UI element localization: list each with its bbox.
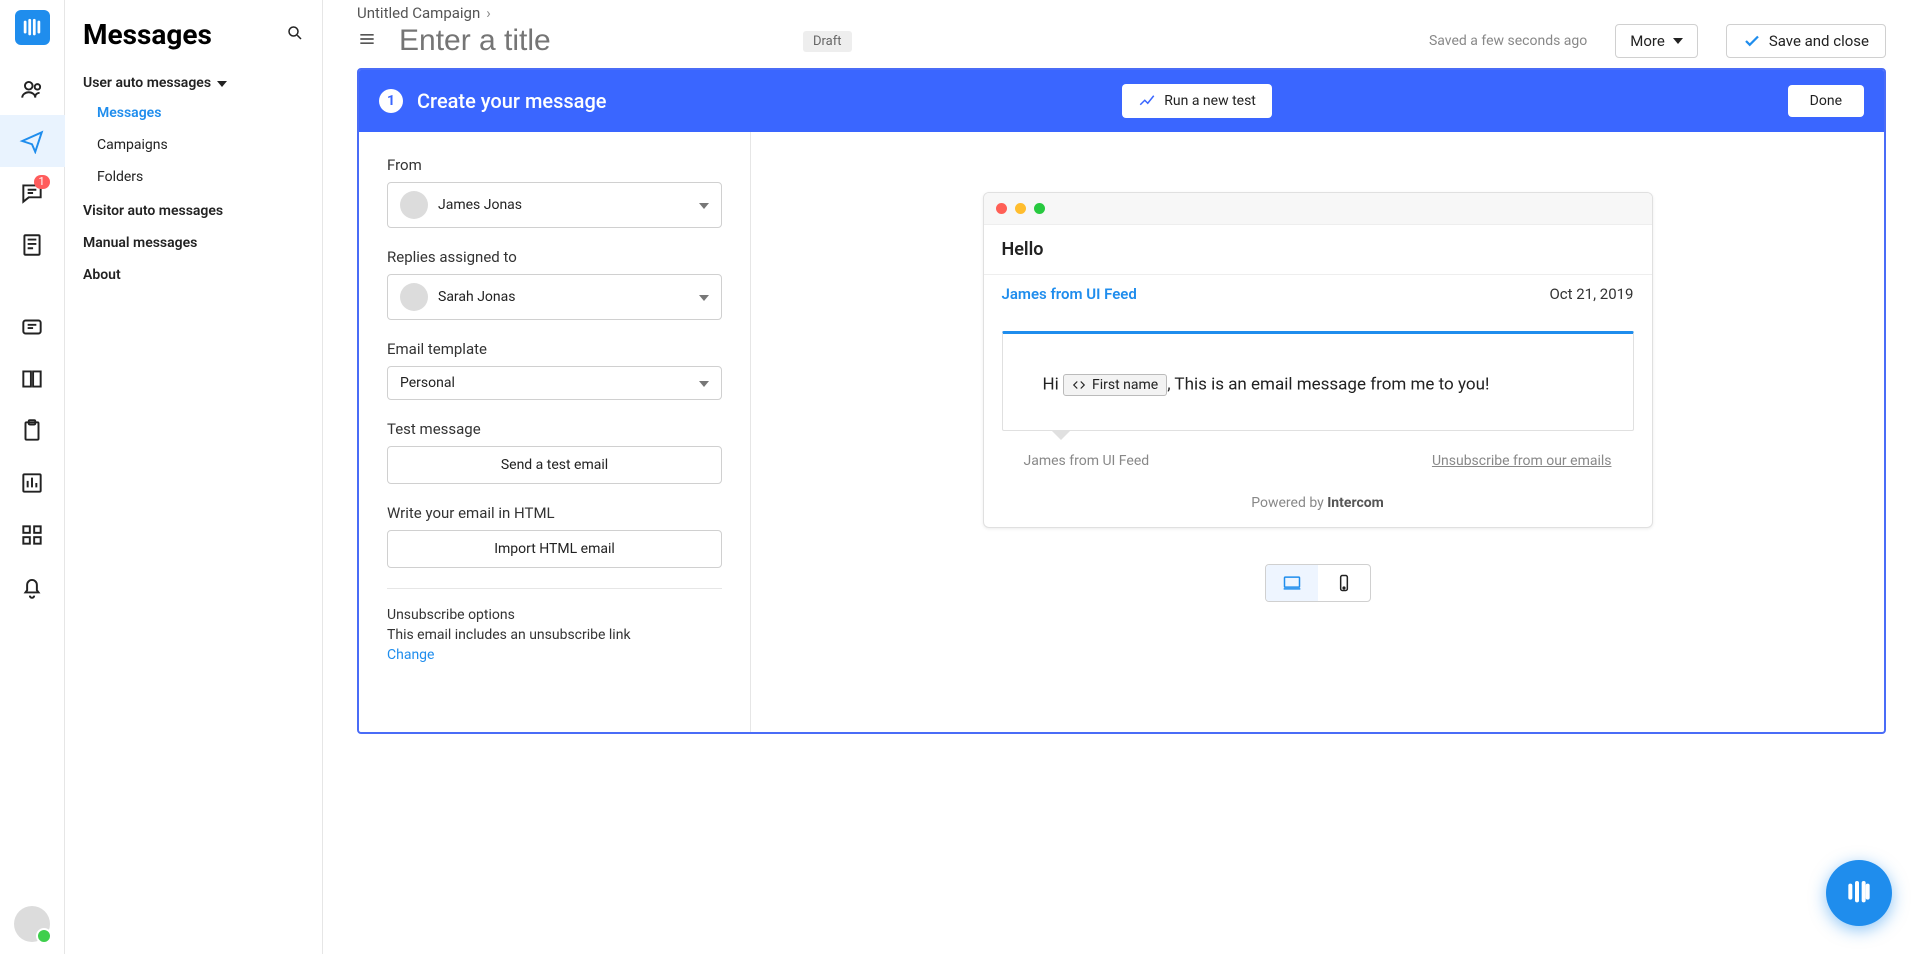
search-icon[interactable] bbox=[286, 24, 304, 46]
nav-section-visitor-auto[interactable]: Visitor auto messages bbox=[65, 193, 322, 225]
app-logo-icon[interactable] bbox=[15, 10, 50, 45]
desktop-preview-button[interactable] bbox=[1266, 565, 1318, 601]
nav-section-user-auto[interactable]: User auto messages bbox=[65, 65, 322, 97]
test-label: Test message bbox=[387, 420, 722, 438]
rail-chat-icon[interactable]: 1 bbox=[0, 167, 65, 219]
preview-subject[interactable]: Hello bbox=[984, 225, 1652, 275]
breadcrumb[interactable]: Untitled Campaign › bbox=[357, 4, 1886, 22]
form-column: From James Jonas Replies assigned to Sar… bbox=[359, 132, 751, 732]
nav-link-messages[interactable]: Messages bbox=[65, 97, 322, 129]
nav-link-folders[interactable]: Folders bbox=[65, 161, 322, 193]
topbar: Untitled Campaign › Draft Saved a few se… bbox=[323, 0, 1920, 68]
preview-date: Oct 21, 2019 bbox=[1549, 285, 1633, 303]
builder-header: 1 Create your message Run a new test Don… bbox=[359, 70, 1884, 132]
rail-clipboard-icon[interactable] bbox=[0, 405, 65, 457]
caret-down-icon bbox=[1673, 38, 1683, 44]
zoom-dot-icon bbox=[1034, 203, 1045, 214]
rail-reports-icon[interactable] bbox=[0, 457, 65, 509]
window-chrome bbox=[984, 193, 1652, 225]
unsubscribe-text: This email includes an unsubscribe link bbox=[387, 627, 722, 643]
template-label: Email template bbox=[387, 340, 722, 358]
rail-inbox-icon[interactable] bbox=[0, 301, 65, 353]
messenger-fab[interactable] bbox=[1826, 860, 1892, 926]
rail-notifications-icon[interactable] bbox=[0, 561, 65, 613]
nav-section-about[interactable]: About bbox=[65, 257, 322, 289]
mobile-preview-button[interactable] bbox=[1318, 565, 1370, 601]
rail-document-icon[interactable] bbox=[0, 219, 65, 271]
nav-panel: Messages User auto messages Messages Cam… bbox=[65, 0, 323, 954]
avatar-icon bbox=[400, 283, 428, 311]
preview-column: Hello James from UI Feed Oct 21, 2019 Hi… bbox=[751, 132, 1884, 732]
more-button[interactable]: More bbox=[1615, 24, 1698, 58]
template-select[interactable]: Personal bbox=[387, 366, 722, 400]
rail-people-icon[interactable] bbox=[0, 63, 65, 115]
chat-badge: 1 bbox=[34, 175, 50, 189]
main-area: Untitled Campaign › Draft Saved a few se… bbox=[323, 0, 1920, 954]
device-toggle bbox=[1265, 564, 1371, 602]
preview-sender: James from UI Feed bbox=[1002, 285, 1137, 303]
from-label: From bbox=[387, 156, 722, 174]
divider bbox=[387, 588, 722, 589]
import-html-button[interactable]: Import HTML email bbox=[387, 530, 722, 568]
send-test-button[interactable]: Send a test email bbox=[387, 446, 722, 484]
draft-chip: Draft bbox=[803, 31, 852, 52]
save-and-close-button[interactable]: Save and close bbox=[1726, 24, 1886, 58]
unsubscribe-heading: Unsubscribe options bbox=[387, 607, 722, 623]
replies-label: Replies assigned to bbox=[387, 248, 722, 266]
change-link[interactable]: Change bbox=[387, 647, 722, 663]
rail-apps-icon[interactable] bbox=[0, 509, 65, 561]
from-select[interactable]: James Jonas bbox=[387, 182, 722, 228]
preview-body[interactable]: Hi First name, This is an email message … bbox=[1002, 331, 1634, 431]
minimize-dot-icon bbox=[1015, 203, 1026, 214]
replies-select[interactable]: Sarah Jonas bbox=[387, 274, 722, 320]
done-button[interactable]: Done bbox=[1788, 85, 1864, 117]
powered-by: Powered by Intercom bbox=[984, 485, 1652, 527]
avatar-icon bbox=[400, 191, 428, 219]
step-number: 1 bbox=[379, 89, 403, 113]
chevron-right-icon: › bbox=[486, 4, 491, 22]
caret-down-icon bbox=[699, 197, 709, 213]
preview-footer-sender: James from UI Feed bbox=[1024, 453, 1150, 469]
write-html-label: Write your email in HTML bbox=[387, 504, 722, 522]
unsubscribe-link[interactable]: Unsubscribe from our emails bbox=[1432, 453, 1612, 469]
merge-tag-first-name[interactable]: First name bbox=[1063, 374, 1167, 396]
step-title: Create your message bbox=[417, 89, 607, 113]
icon-rail: 1 bbox=[0, 0, 65, 954]
rail-messages-icon[interactable] bbox=[0, 115, 65, 167]
nav-section-manual[interactable]: Manual messages bbox=[65, 225, 322, 257]
nav-title: Messages bbox=[83, 18, 286, 51]
email-preview: Hello James from UI Feed Oct 21, 2019 Hi… bbox=[983, 192, 1653, 528]
builder-card: 1 Create your message Run a new test Don… bbox=[357, 68, 1886, 734]
chevron-down-icon bbox=[217, 75, 227, 91]
saved-text: Saved a few seconds ago bbox=[1429, 33, 1587, 49]
nav-link-campaigns[interactable]: Campaigns bbox=[65, 129, 322, 161]
title-input[interactable] bbox=[399, 24, 785, 58]
close-dot-icon bbox=[996, 203, 1007, 214]
hamburger-icon[interactable] bbox=[357, 29, 377, 53]
caret-down-icon bbox=[699, 289, 709, 305]
user-avatar[interactable] bbox=[14, 906, 50, 942]
caret-down-icon bbox=[699, 375, 709, 391]
rail-book-icon[interactable] bbox=[0, 353, 65, 405]
run-test-button[interactable]: Run a new test bbox=[1122, 84, 1272, 118]
